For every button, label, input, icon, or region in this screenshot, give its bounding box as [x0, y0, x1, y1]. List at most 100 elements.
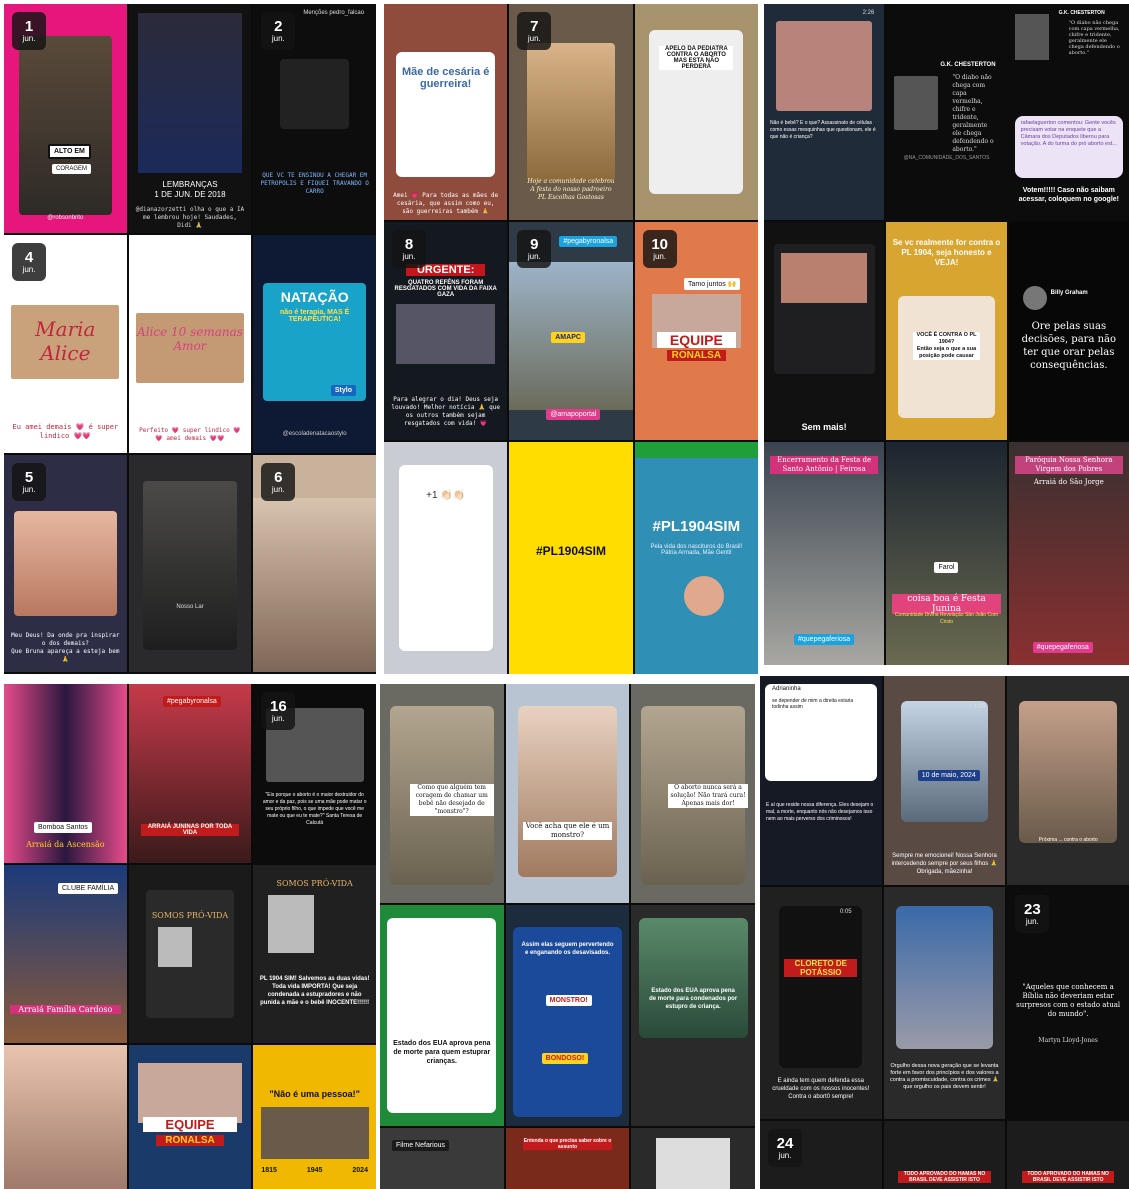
story-tile-pl1904-honest[interactable]: Se vc realmente for contra o PL 1904, se…	[886, 222, 1007, 440]
story-tile-desavisados[interactable]: Assim elas seguem pervertendo e enganand…	[505, 905, 630, 1126]
date-badge: 1 jun.	[12, 12, 46, 50]
junina-caption: coisa boa é Festa Junina	[892, 594, 1001, 614]
quote-name: G.K. CHESTERTON	[1058, 10, 1105, 16]
date-badge: 5 jun.	[12, 463, 46, 501]
story-tile-jun8[interactable]: 8 jun. URGENTE: QUATRO REFÉNS FORAM RESGA…	[384, 222, 508, 440]
story-tile-equipe[interactable]: EQUIPE RONALSA	[128, 1045, 252, 1189]
parish-title: Paróquia Nossa Senhora Virgem dos Pobres	[1014, 456, 1123, 474]
photo-dance	[886, 442, 1007, 665]
story-tile-news-video[interactable]	[631, 1128, 755, 1189]
team-title-2: RONALSA	[666, 350, 726, 361]
story-tile-jun16[interactable]: 16 jun. "Eis porque o aborto é o maior de…	[253, 684, 376, 863]
cesarea-title: Mãe de cesária é guerreira!	[401, 66, 490, 90]
story-tile-entenda[interactable]: Entenda o que precisa saber sobre o assu…	[505, 1128, 630, 1189]
story-tile-pl1904-blue[interactable]: #PL1904SIM Pela vida dos nascituros do B…	[634, 442, 758, 674]
story-tile-jun6[interactable]: 6 jun.	[253, 455, 376, 672]
story-tile-natacao[interactable]: NATAÇÃO não é terapia, MAS É TERAPÊUTICA…	[253, 235, 376, 453]
story-caption: Meu Deus! Da onde pra inspirar o dos dem…	[11, 632, 120, 663]
story-tile-filme[interactable]: Filme Nefarious	[380, 1128, 504, 1189]
comment-text: rafaelaguerton comentou: Gente vocês pre…	[1020, 120, 1117, 147]
story-tile-jun9[interactable]: 9 jun. #pegabyronalsa AMAPC @amapoportal	[509, 222, 633, 440]
stories-grid-3: 2:26 Não é bebê? E o que? Assassinato de…	[764, 4, 1129, 665]
story-tile-sem-mais[interactable]: Sem mais!	[764, 222, 885, 440]
story-tile-arraia-ascensao[interactable]: Bomboa Santos Arraiá da Ascensão	[4, 684, 127, 863]
question-box: VOCÊ É CONTRA O PL 1904? Então seja o qu…	[912, 332, 981, 360]
quote-text: Como que alguém tem coragem de chamar um…	[409, 784, 494, 816]
photo-chesterton	[1014, 14, 1049, 60]
story-tile-jun10[interactable]: 10 jun. Tamo juntos 🙌 EQUIPE RONALSA	[634, 222, 758, 440]
story-caption: E aí que reside nossa diferença. Eles de…	[766, 802, 874, 822]
news-title: TODO APROVADO DO HAMAS NO BRASIL DEVE AS…	[898, 1171, 991, 1183]
story-tile-jun4[interactable]: 4 jun. Maria Alice Eu amei demais 💗 é sup…	[4, 235, 127, 453]
story-tile-diferenca[interactable]: Adrianinha se depender de mim a direita …	[760, 676, 882, 885]
story-tile-hamas-2[interactable]: TODO APROVADO DO HAMAS NO BRASIL DEVE AS…	[1007, 1121, 1129, 1189]
arraia-caption: Arraiá da Ascensão	[26, 840, 105, 849]
photo-fetus	[780, 252, 868, 303]
hashtag-title: #PL1904SIM	[535, 544, 607, 558]
photo-history	[260, 1107, 369, 1159]
story-caption: Perfeito 💗 super lindico 💗 💗 amei demais…	[139, 427, 241, 442]
story-caption: Sem mais!	[801, 422, 847, 432]
story-tile-jun5[interactable]: 5 jun. Meu Deus! Da onde pra inspirar o d…	[4, 455, 127, 672]
story-tile-eua-1[interactable]: Estado dos EUA aprova pena de morte para…	[380, 905, 504, 1126]
story-tile-billy-graham[interactable]: Billy Graham Ore pelas suas decisões, pa…	[1008, 222, 1129, 440]
video-time: 1:18	[973, 704, 986, 710]
story-tile-jun24[interactable]: 24 jun.	[760, 1121, 882, 1189]
photo-team	[138, 1063, 242, 1123]
news-title: Estado dos EUA aprova pena de morte para…	[393, 1040, 491, 1065]
story-tile-pl1904-sim[interactable]: SOMOS PRÓ-VIDA PL 1904 SIM! Salvemos as …	[253, 865, 376, 1043]
story-tile-memory[interactable]: LEMBRANÇAS 1 DE JUN. DE 2018 @dianazorze…	[128, 4, 252, 233]
hashtag-badge: #pegabyronalsa	[559, 236, 618, 247]
story-tile-jun2[interactable]: 2 jun. Menções pedro_falcao QUE VC TE ENS…	[253, 4, 376, 233]
stories-grid-5: Como que alguém tem coragem de chamar um…	[380, 684, 755, 1189]
hostages-photo	[396, 304, 495, 364]
story-tile-mae[interactable]: Próxima ... contra o aborto	[1007, 676, 1129, 885]
story-tile-sign[interactable]: Alice 10 semanas Amor Perfeito 💗 super l…	[128, 235, 252, 453]
story-tile-geracao[interactable]: Orgulho dessa nova geração que se levant…	[883, 887, 1006, 1119]
news-title: Entenda o que precisa saber sobre o assu…	[522, 1138, 613, 1150]
flag-stripe	[634, 442, 758, 458]
story-tile-jun1[interactable]: 1 jun. ALTO EM CORAGEM @robsonbrito	[4, 4, 127, 233]
date-badge: 4 jun.	[12, 243, 46, 281]
story-tile-baby-hand[interactable]: 2:26 Não é bebê? E o que? Assassinato de…	[764, 4, 885, 220]
story-tile-monstro-2[interactable]: Você acha que ele é um monstro?	[505, 684, 630, 903]
date-badge: 10 jun.	[642, 230, 677, 268]
story-tile-santo-antonio[interactable]: Encerramento da Festa de Santo Antônio |…	[764, 442, 885, 665]
story-tile-nao-e-pessoa[interactable]: "Não é uma pessoa!" 1815 1945 2024	[253, 1045, 376, 1189]
team-title: EQUIPE	[656, 332, 736, 348]
story-tile-pl1904-yellow[interactable]: #PL1904SIM	[509, 442, 633, 674]
story-tile-jun7[interactable]: 7 jun. Hoje a comunidade celebrou A festa…	[509, 4, 633, 220]
story-tile-festa-junina[interactable]: Farol coisa boa é Festa Junina Comunidad…	[886, 442, 1007, 665]
date-badge: 24 jun.	[768, 1129, 802, 1167]
date-badge: 9 jun.	[517, 230, 552, 268]
story-tile-arraia-vida[interactable]: #pegabyronalsa ARRAIÁ JUNINAS POR TODA V…	[128, 684, 252, 863]
story-tile-jun23[interactable]: 23 jun. "Aqueles que conhecem a Bíblia nã…	[1007, 887, 1129, 1119]
parish-sub: Arraiá do São Jorge	[1033, 478, 1104, 486]
date-badge: 7 jun.	[517, 12, 552, 50]
label-bondoso: BONDOSO!	[541, 1053, 589, 1064]
story-tile-arraia-cardoso[interactable]: CLUBE FAMÍLIA Arraiá Família Cardoso	[4, 865, 127, 1043]
story-tile-pro-vida[interactable]: SOMOS PRÓ-VIDA	[128, 865, 252, 1043]
story-tile-nossa-senhora[interactable]: 1:18 10 de maio, 2024 Sempre me emocione…	[883, 676, 1006, 885]
label-monstro: MONSTRO!	[545, 995, 592, 1006]
arraia-caption: Arraiá Família Cardoso	[10, 1005, 121, 1014]
story-tile-hamas-1[interactable]: TODO APROVADO DO HAMAS NO BRASIL DEVE AS…	[883, 1121, 1006, 1189]
story-tile-cesarea[interactable]: Mãe de cesária é guerreira! Amei 💗 Para …	[384, 4, 508, 220]
story-tile-vote[interactable]: G.K. CHESTERTON "O diabo não chega com c…	[1008, 4, 1129, 220]
story-tile-monstro-1[interactable]: Como que alguém tem coragem de chamar um…	[380, 684, 504, 903]
story-tile-cloreto[interactable]: 0:05 CLORETO DE POTÁSSIO E ainda tem que…	[760, 887, 882, 1119]
story-tile-baby-smile[interactable]	[4, 1045, 127, 1189]
story-tile-reshare[interactable]: +1 👏🏻👏🏻	[384, 442, 508, 674]
story-tile-eua-2[interactable]: Estado dos EUA aprova pena de morte para…	[631, 905, 755, 1126]
story-tile-monstro-3[interactable]: O aborto nunca será a solução! Não trará…	[631, 684, 755, 903]
quote-text: Você acha que ele é um monstro?	[522, 822, 613, 840]
story-tile-book[interactable]: Nosso Lar	[128, 455, 252, 672]
book-label: Nosso Lar	[176, 604, 204, 610]
video-time: 0:05	[839, 909, 852, 915]
photo-chamber	[638, 918, 748, 1038]
story-tile-sanfoneiro[interactable]: Paróquia Nossa Senhora Virgem dos Pobres…	[1008, 442, 1129, 665]
sign-board-2: CORAGEM	[52, 164, 92, 174]
photo-rosary	[253, 498, 376, 672]
story-tile-pediatra[interactable]: APELO DA PEDIATRA CONTRA O ABORTO MAS ES…	[634, 4, 758, 220]
story-tile-chesterton[interactable]: G.K. CHESTERTON "O diabo não chega com c…	[886, 4, 1007, 220]
